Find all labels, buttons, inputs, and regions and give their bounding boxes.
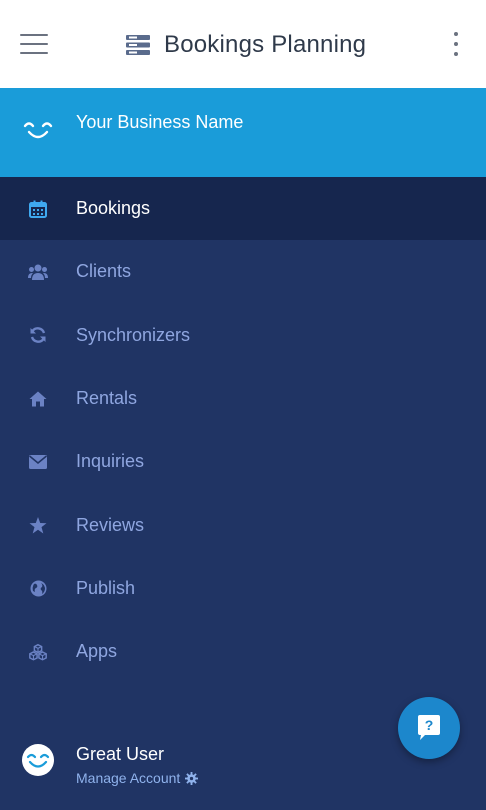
globe-icon	[28, 578, 48, 598]
sidebar-item-label: Apps	[76, 641, 118, 662]
business-header[interactable]: Your Business Name	[0, 88, 486, 177]
sidebar-nav: Bookings Clients Synchronizers Rentals I…	[0, 177, 486, 683]
business-name: Your Business Name	[76, 112, 244, 132]
sidebar-item-synchronizers[interactable]: Synchronizers	[0, 304, 486, 367]
envelope-icon	[28, 452, 48, 472]
sidebar-item-publish[interactable]: Publish	[0, 557, 486, 620]
users-icon	[28, 262, 48, 282]
sidebar-item-label: Synchronizers	[76, 324, 191, 345]
sidebar-item-label: Publish	[76, 577, 136, 598]
sidebar-item-clients[interactable]: Clients	[0, 240, 486, 303]
page-title: Bookings Planning	[164, 31, 367, 58]
manage-account-link[interactable]: Manage Account	[76, 770, 199, 786]
user-name: Great User	[76, 744, 165, 764]
calendar-icon	[28, 199, 48, 219]
sidebar-item-label: Rentals	[76, 388, 138, 409]
sidebar-item-label: Reviews	[76, 514, 145, 535]
sidebar-item-label: Inquiries	[76, 451, 145, 472]
app-root: Bookings Planning Your Business Name Boo…	[0, 0, 486, 810]
sidebar-item-label: Bookings	[76, 198, 151, 219]
sidebar-item-label: Clients	[76, 261, 132, 282]
sidebar-item-rentals[interactable]: Rentals	[0, 367, 486, 430]
top-bar: Bookings Planning	[0, 0, 486, 88]
help-chat-icon: ?	[418, 715, 440, 740]
sidebar-item-bookings[interactable]: Bookings	[0, 177, 486, 241]
kebab-icon[interactable]	[452, 32, 460, 56]
refresh-icon	[28, 325, 48, 345]
smile-avatar-icon[interactable]	[22, 744, 54, 776]
app-title-group: Bookings Planning	[126, 28, 366, 62]
help-chat-button[interactable]: ?	[398, 697, 460, 759]
home-icon	[28, 389, 48, 409]
help-glyph: ?	[425, 717, 434, 733]
hamburger-icon[interactable]	[20, 34, 48, 54]
sidebar-item-apps[interactable]: Apps	[0, 620, 486, 683]
cubes-icon	[28, 642, 48, 662]
gear-icon	[185, 771, 199, 785]
sidebar-item-inquiries[interactable]: Inquiries	[0, 430, 486, 493]
sidebar-item-reviews[interactable]: Reviews	[0, 493, 486, 556]
manage-account-label: Manage Account	[76, 770, 181, 786]
star-icon	[28, 515, 48, 535]
server-icon	[126, 35, 150, 55]
smile-logo-icon	[23, 122, 53, 139]
